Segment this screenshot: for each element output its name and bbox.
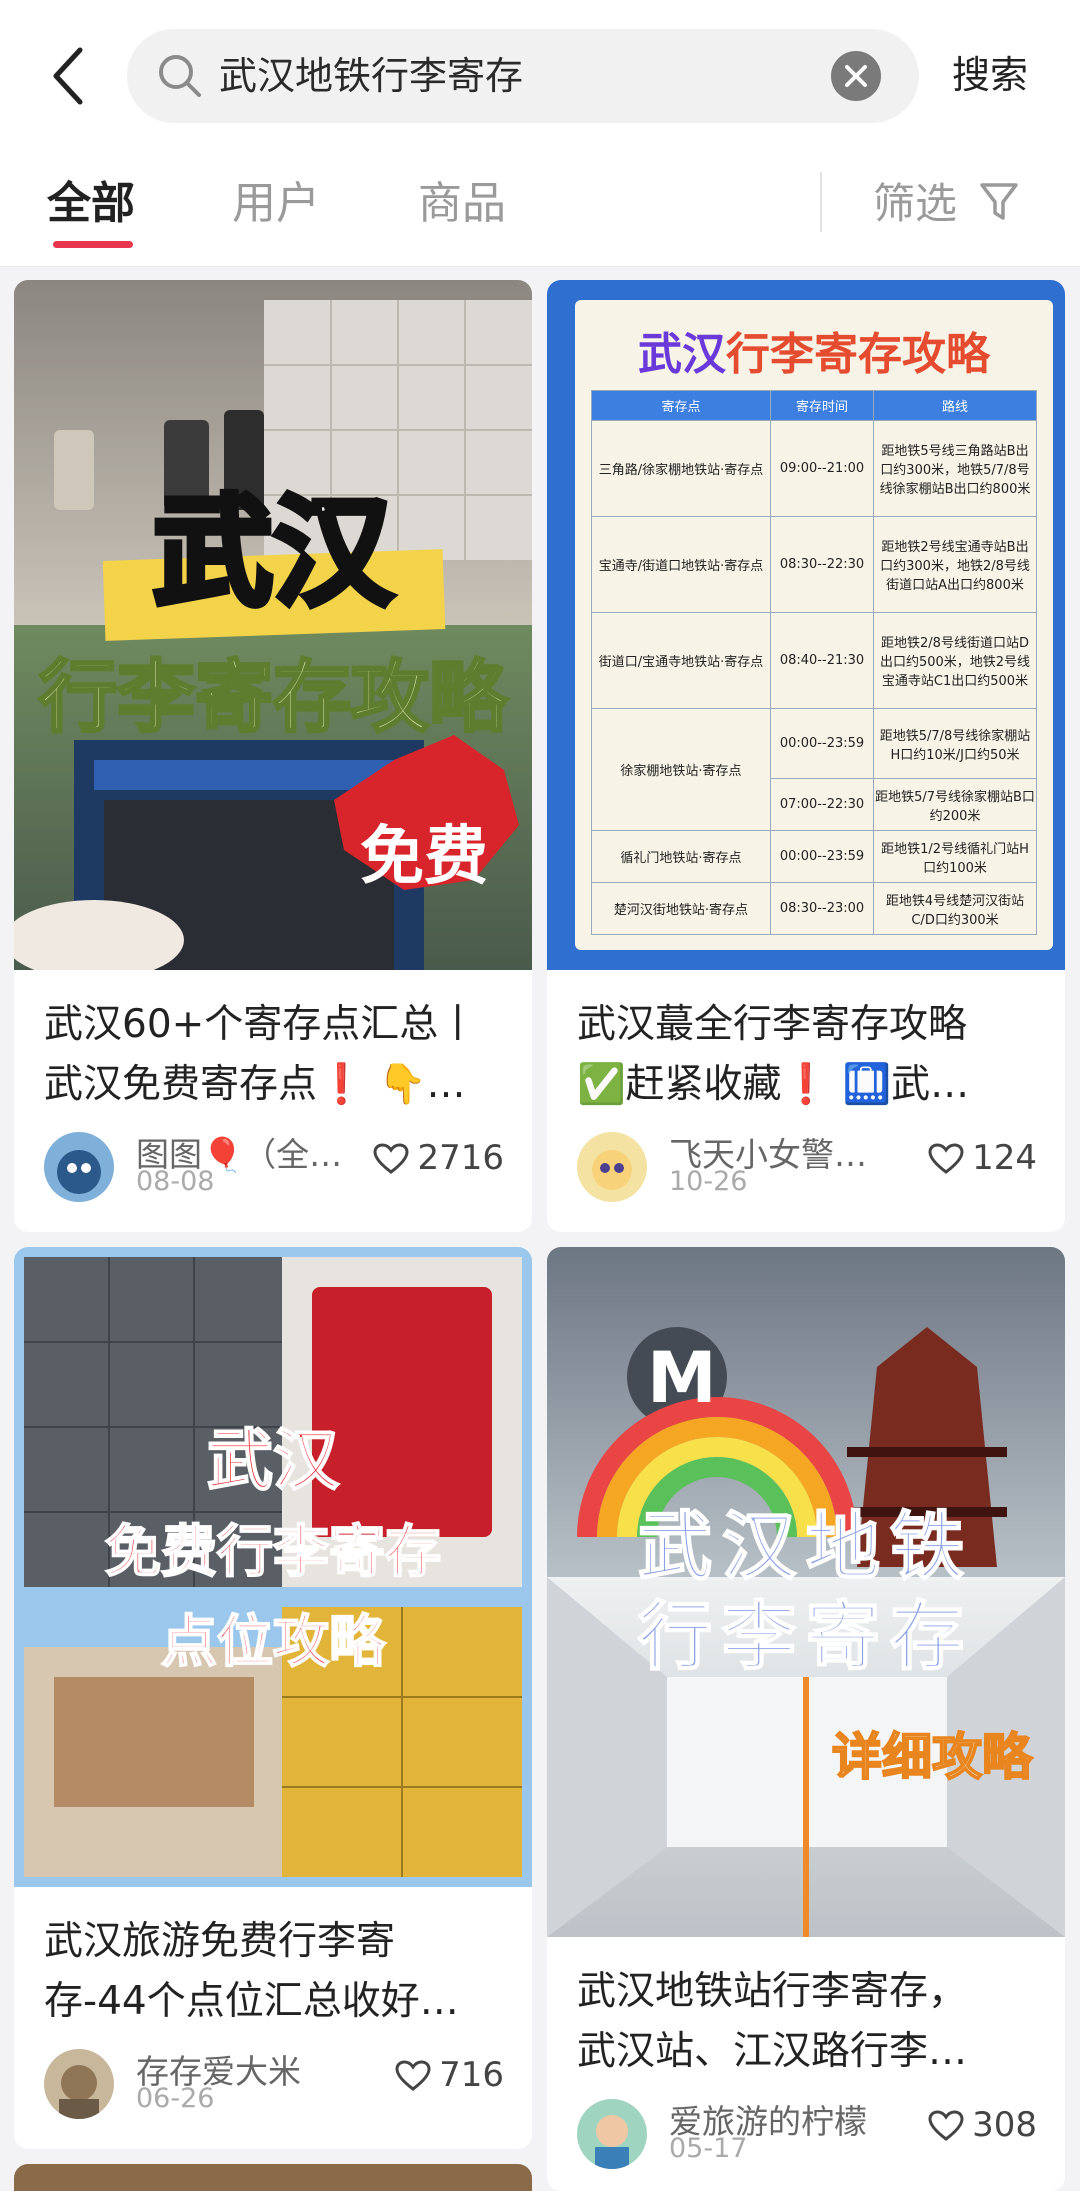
like-button[interactable]: 2716 bbox=[373, 1138, 504, 1178]
note-card-partial[interactable] bbox=[14, 2164, 532, 2191]
cover-image: 武汉 行李寄存攻略 免费 bbox=[14, 280, 532, 970]
like-count: 716 bbox=[439, 2055, 504, 2095]
top-bar: 武汉地铁行李寄存 搜索 bbox=[0, 0, 1080, 150]
back-button[interactable] bbox=[40, 40, 100, 110]
storage-table: 寄存点 寄存时间 路线 三角路/徐家棚地铁站·寄存点 09:00--21:00 距地… bbox=[591, 390, 1037, 935]
card-title: 武汉旅游免费行李寄 存-44个点位汇总收好… bbox=[44, 1912, 514, 2032]
note-card[interactable]: 武汉 免费行李寄存 点位攻略 武汉旅游免费行李寄 存-44个点位汇总收好… 存存… bbox=[14, 1247, 532, 2149]
card-title-line1: 武汉60+个寄存点汇总丨 bbox=[44, 1002, 478, 1047]
cover-badge: 详细攻略 bbox=[831, 1727, 1033, 1787]
search-icon bbox=[159, 55, 201, 97]
cover-title-line1: 武汉 bbox=[150, 481, 396, 626]
card-title-line2: 武汉站、江汉路行李… bbox=[577, 2029, 968, 2074]
heart-icon bbox=[928, 2110, 964, 2141]
card-title-line2: 武汉免费寄存点❗️ 👇… bbox=[44, 1062, 466, 1107]
cover-title-line2: 行李寄存攻略 bbox=[37, 652, 508, 745]
like-button[interactable]: 308 bbox=[928, 2105, 1037, 2145]
divider bbox=[820, 172, 822, 232]
card-title-line2: ✅赶紧收藏❗️ 🛄武… bbox=[577, 1062, 970, 1107]
cover-badge: 免费 bbox=[360, 820, 488, 894]
card-title: 武汉60+个寄存点汇总丨 武汉免费寄存点❗️ 👇… bbox=[44, 995, 514, 1115]
metro-logo: M bbox=[647, 1337, 717, 1419]
search-button[interactable]: 搜索 bbox=[952, 45, 1028, 105]
card-title-line1: 武汉地铁站行李寄存， bbox=[577, 1969, 968, 2014]
search-input[interactable]: 武汉地铁行李寄存 bbox=[219, 29, 523, 123]
cover-title-line3: 点位攻略 bbox=[160, 1609, 386, 1676]
filter-button[interactable]: 筛选 bbox=[873, 174, 1018, 234]
close-icon bbox=[845, 65, 867, 87]
cover-heading: 武汉行李寄存攻略 bbox=[638, 329, 990, 380]
like-button[interactable]: 716 bbox=[395, 2055, 504, 2095]
cover-sheet: 武汉行李寄存攻略 寄存点 寄存时间 路线 三角路/徐家棚地铁站·寄存点 09:00… bbox=[575, 300, 1053, 950]
avatar[interactable] bbox=[44, 1132, 114, 1202]
avatar[interactable] bbox=[44, 2049, 114, 2119]
heart-icon bbox=[395, 2060, 431, 2091]
cover-title-line2: 免费行李寄存 bbox=[104, 1519, 442, 1586]
tab-all[interactable]: 全部 bbox=[47, 174, 135, 234]
cover-image: 武汉地铁 行李寄存 详细攻略 M bbox=[547, 1247, 1065, 1937]
chevron-left-icon bbox=[53, 47, 83, 105]
post-date: 06-26 bbox=[136, 2083, 215, 2114]
clear-search-button[interactable] bbox=[831, 51, 881, 101]
card-title: 武汉地铁站行李寄存， 武汉站、江汉路行李… bbox=[577, 1962, 1047, 2082]
note-card[interactable]: 武汉行李寄存攻略 寄存点 寄存时间 路线 三角路/徐家棚地铁站·寄存点 09:00… bbox=[547, 280, 1065, 1232]
like-count: 2716 bbox=[417, 1138, 504, 1178]
heart-icon bbox=[373, 1143, 409, 1174]
heart-icon bbox=[928, 1143, 964, 1174]
active-tab-indicator bbox=[53, 241, 133, 248]
post-date: 10-26 bbox=[669, 1166, 748, 1197]
search-box[interactable]: 武汉地铁行李寄存 bbox=[127, 29, 919, 123]
cover-image: 武汉 免费行李寄存 点位攻略 bbox=[14, 1247, 532, 1887]
card-title: 武汉蕞全行李寄存攻略 ✅赶紧收藏❗️ 🛄武… bbox=[577, 995, 1047, 1115]
like-count: 308 bbox=[972, 2105, 1037, 2145]
card-title-line1: 武汉蕞全行李寄存攻略 bbox=[577, 1002, 968, 1047]
tab-products[interactable]: 商品 bbox=[418, 174, 506, 234]
tab-bar: 全部 用户 商品 筛选 bbox=[0, 150, 1080, 267]
filter-label: 筛选 bbox=[873, 179, 958, 228]
tab-users[interactable]: 用户 bbox=[232, 174, 320, 234]
cover-title-line1: 武汉 bbox=[206, 1421, 340, 1500]
avatar[interactable] bbox=[577, 1132, 647, 1202]
cover-image: 武汉行李寄存攻略 寄存点 寄存时间 路线 三角路/徐家棚地铁站·寄存点 09:00… bbox=[547, 280, 1065, 970]
avatar[interactable] bbox=[577, 2099, 647, 2169]
card-title-line1: 武汉旅游免费行李寄 bbox=[44, 1919, 396, 1964]
note-card[interactable]: 武汉地铁 行李寄存 详细攻略 M 武汉地铁站行李寄存， 武汉站、江汉路行李… 爱… bbox=[547, 1247, 1065, 2191]
post-date: 05-17 bbox=[669, 2133, 748, 2164]
like-button[interactable]: 124 bbox=[928, 1138, 1037, 1178]
post-date: 08-08 bbox=[136, 1166, 215, 1197]
filter-icon bbox=[980, 183, 1018, 220]
like-count: 124 bbox=[972, 1138, 1037, 1178]
note-card[interactable]: 武汉 行李寄存攻略 免费 武汉60+个寄存点汇总丨 武汉免费寄存点❗️ 👇… 图… bbox=[14, 280, 532, 1232]
card-title-line2: 存-44个点位汇总收好… bbox=[44, 1979, 459, 2024]
cover-title-line2: 行李寄存 bbox=[637, 1593, 974, 1681]
